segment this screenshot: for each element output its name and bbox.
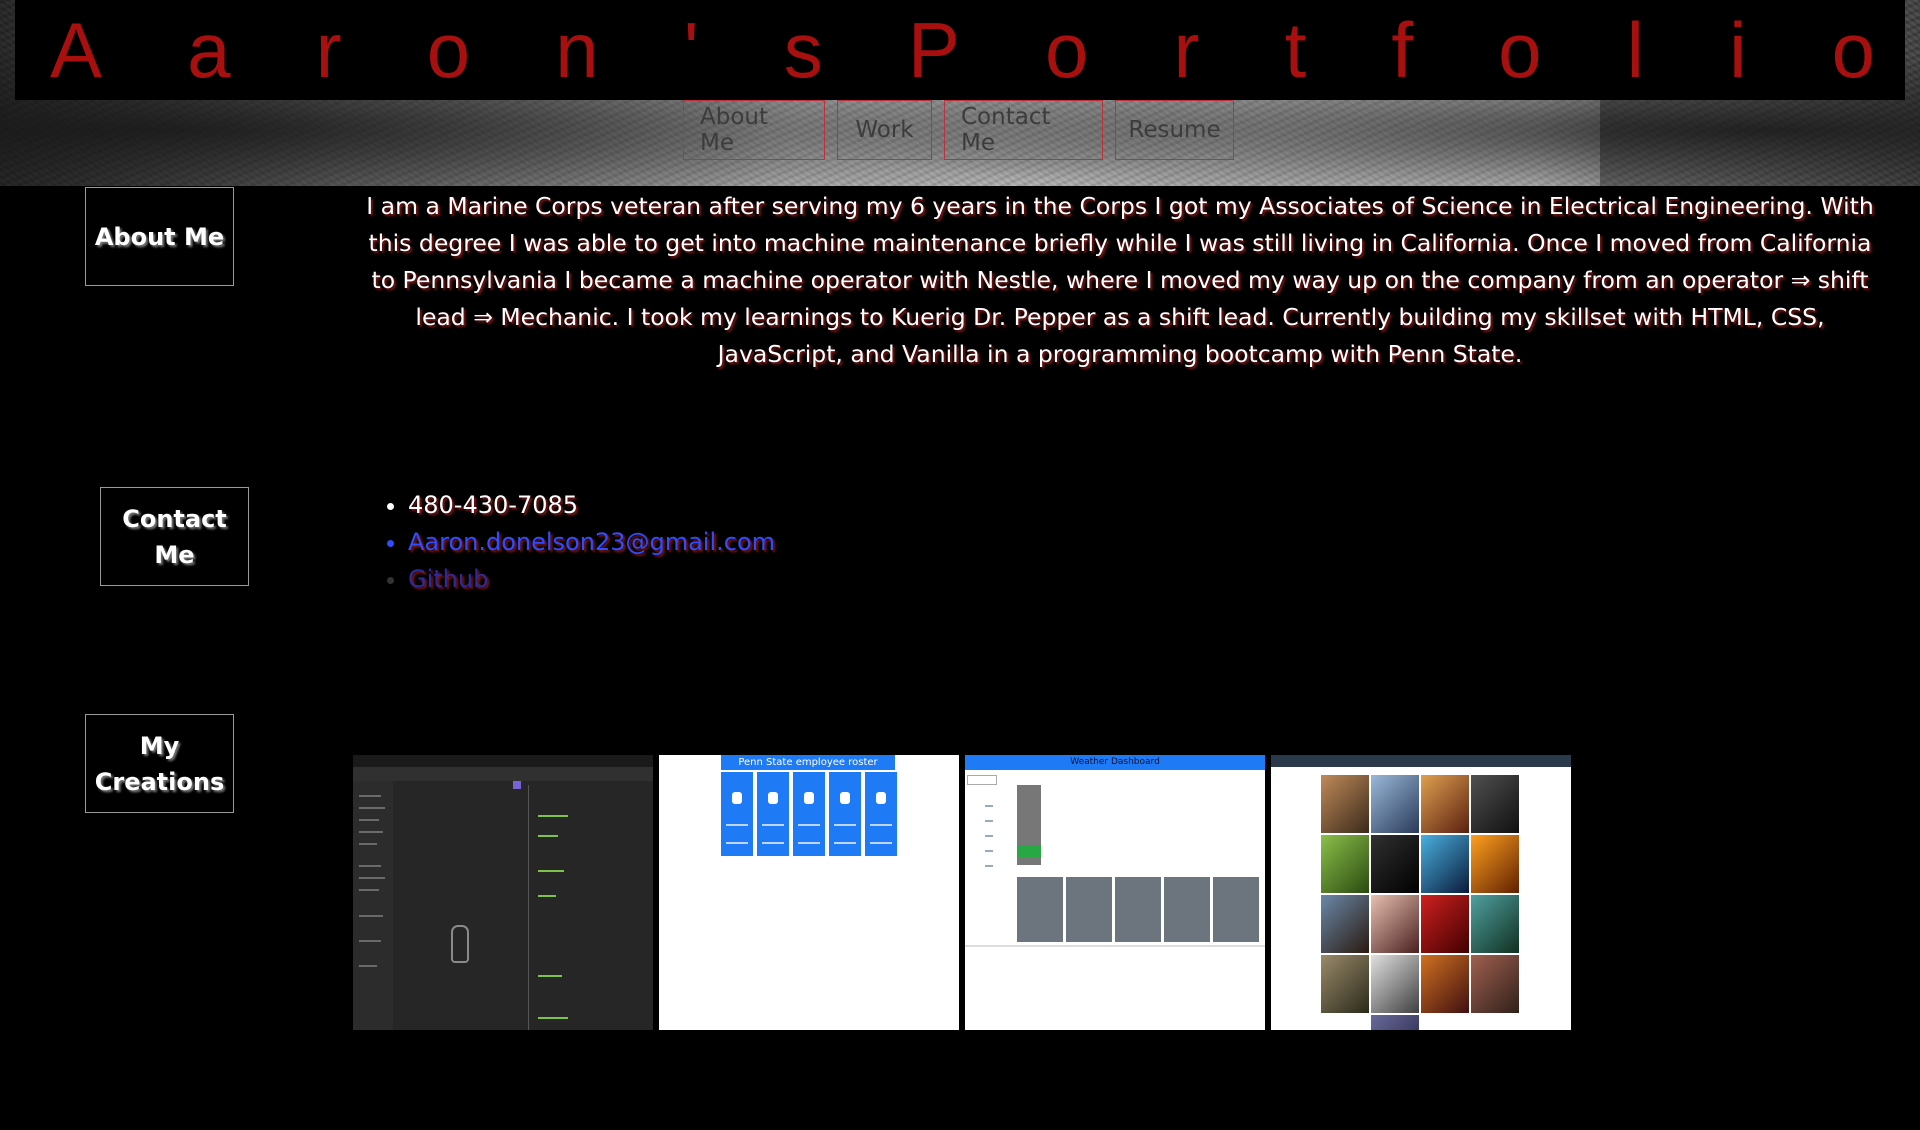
contact-list: 480-430-7085 Aaron.donelson23@gmail.com … <box>380 487 775 598</box>
creations-gallery: Penn State employee roster Weather Dashb… <box>353 755 1571 1030</box>
contact-phone: 480-430-7085 <box>408 487 775 524</box>
contact-github-item: Github <box>408 561 775 598</box>
title-letter: n <box>555 6 599 94</box>
title-letter: s <box>783 6 823 94</box>
nav-resume-button[interactable]: Resume <box>1115 100 1234 160</box>
contact-github-link[interactable]: Github <box>408 565 488 593</box>
title-letter: a <box>187 6 231 94</box>
code-editor-screenshot[interactable] <box>353 755 653 1030</box>
about-me-heading-label: About Me <box>94 222 225 251</box>
weather-header: Weather Dashboard <box>965 755 1265 770</box>
title-letter: i <box>1729 6 1747 94</box>
title-letter: t <box>1284 6 1307 94</box>
employee-roster-screenshot[interactable]: Penn State employee roster <box>659 755 959 1030</box>
my-creations-heading-line2: Creations <box>94 767 225 796</box>
main-nav: About Me Work Contact Me Resume <box>683 100 1234 160</box>
title-letter: o <box>1045 6 1089 94</box>
game-gallery-screenshot[interactable] <box>1271 755 1571 1030</box>
about-me-text: I am a Marine Corps veteran after servin… <box>366 192 1874 368</box>
title-letter: o <box>1498 6 1542 94</box>
title-letter: ' <box>683 6 699 94</box>
nav-contact-me-button[interactable]: Contact Me <box>944 100 1103 160</box>
title-letter: o <box>1831 6 1875 94</box>
about-me-heading: About Me <box>85 187 234 286</box>
nav-about-me-button[interactable]: About Me <box>683 100 825 160</box>
title-letter: f <box>1391 6 1414 94</box>
my-creations-heading: My Creations <box>85 714 234 813</box>
title-letter: r <box>315 6 342 94</box>
title-letter: o <box>426 6 471 94</box>
title-letter: A <box>50 6 103 94</box>
page-title: A a r o n ' s P o r t f o l i o <box>15 0 1905 100</box>
nav-work-button[interactable]: Work <box>837 100 932 160</box>
weather-dashboard-screenshot[interactable]: Weather Dashboard <box>965 755 1265 1030</box>
title-letter: P <box>907 6 960 94</box>
roster-header: Penn State employee roster <box>721 755 895 770</box>
contact-me-heading-label: Contact Me <box>122 504 227 569</box>
my-creations-heading-line1: My <box>139 731 180 760</box>
contact-me-heading: Contact Me <box>100 487 249 586</box>
contact-email-item: Aaron.donelson23@gmail.com <box>408 524 775 561</box>
title-letter: r <box>1173 6 1200 94</box>
contact-email-link[interactable]: Aaron.donelson23@gmail.com <box>408 528 775 556</box>
title-letter: l <box>1626 6 1644 94</box>
